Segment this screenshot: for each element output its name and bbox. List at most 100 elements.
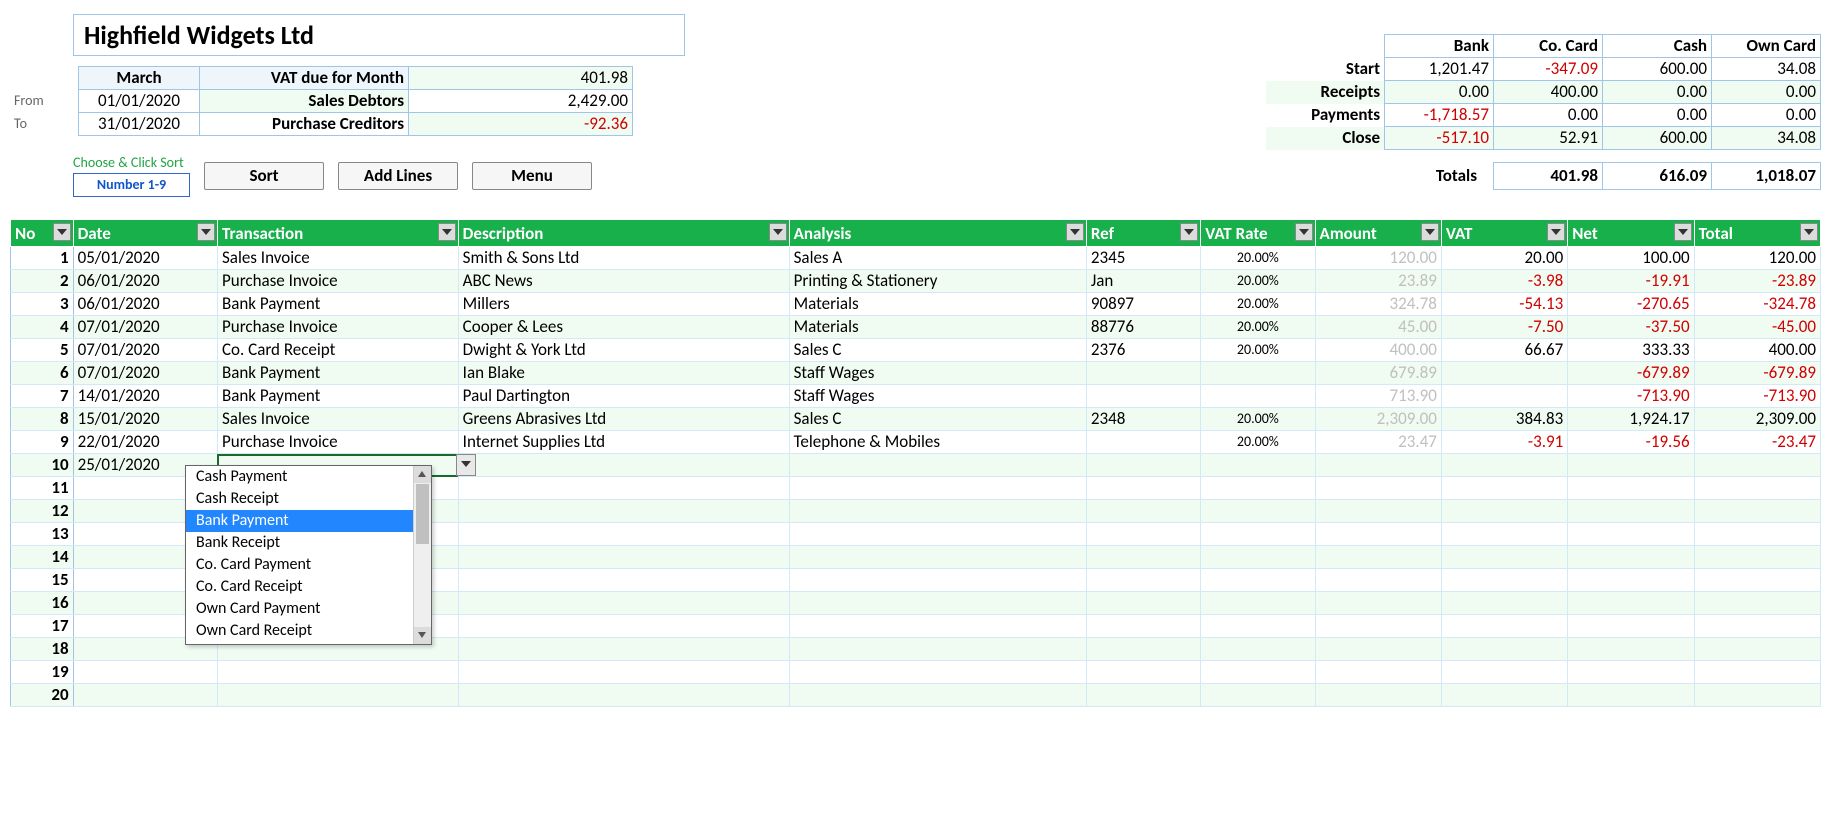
cell-trn[interactable] (217, 661, 458, 684)
cell-vat[interactable]: 66.67 (1441, 339, 1567, 362)
cell-ref[interactable] (1086, 431, 1200, 454)
cell-desc[interactable] (458, 661, 789, 684)
cell-desc[interactable] (458, 523, 789, 546)
cell-ana[interactable]: Staff Wages (789, 362, 1086, 385)
col-description[interactable]: Description (458, 220, 789, 247)
cell-ref[interactable]: Jan (1086, 270, 1200, 293)
cell-tot[interactable]: -324.78 (1694, 293, 1820, 316)
cell-vat[interactable]: 20.00 (1441, 247, 1567, 270)
cell-amt[interactable]: 400.00 (1315, 339, 1441, 362)
cell-vat[interactable] (1441, 454, 1567, 477)
cell-vr[interactable] (1201, 500, 1315, 523)
cell-net[interactable]: -37.50 (1568, 316, 1694, 339)
cell-ref[interactable]: 2345 (1086, 247, 1200, 270)
cell-desc[interactable] (458, 684, 789, 707)
cell-amt[interactable] (1315, 477, 1441, 500)
cell-amt[interactable]: 679.89 (1315, 362, 1441, 385)
cell-vr[interactable] (1201, 615, 1315, 638)
cell-trn[interactable]: Bank Payment (217, 293, 458, 316)
cell-ana[interactable] (789, 546, 1086, 569)
cell-amt[interactable]: 23.47 (1315, 431, 1441, 454)
cell-desc[interactable] (458, 454, 789, 477)
cell-net[interactable] (1568, 661, 1694, 684)
cell-ref[interactable] (1086, 592, 1200, 615)
cell-date[interactable]: 07/01/2020 (73, 316, 217, 339)
cell-ana[interactable] (789, 684, 1086, 707)
cell-trn[interactable]: Purchase Invoice (217, 431, 458, 454)
cell-net[interactable] (1568, 569, 1694, 592)
cell-vr[interactable] (1201, 362, 1315, 385)
col-no[interactable]: No (11, 220, 74, 247)
cell-vr[interactable] (1201, 385, 1315, 408)
add-lines-button[interactable]: Add Lines (338, 162, 458, 190)
cell-ref[interactable] (1086, 638, 1200, 661)
cell-vat[interactable]: -3.91 (1441, 431, 1567, 454)
transaction-dropdown[interactable]: Cash PaymentCash ReceiptBank PaymentBank… (185, 465, 432, 645)
cell-date[interactable] (73, 661, 217, 684)
cell-trn[interactable]: Bank Payment (217, 385, 458, 408)
filter-dropdown-icon[interactable] (1295, 223, 1313, 241)
cell-net[interactable] (1568, 454, 1694, 477)
filter-dropdown-icon[interactable] (197, 223, 215, 241)
cell-amt[interactable] (1315, 454, 1441, 477)
cell-desc[interactable] (458, 638, 789, 661)
cell-vat[interactable] (1441, 638, 1567, 661)
cell-desc[interactable]: Dwight & York Ltd (458, 339, 789, 362)
cell-net[interactable] (1568, 477, 1694, 500)
filter-dropdown-icon[interactable] (1066, 223, 1084, 241)
cell-vr[interactable]: 20.00% (1201, 270, 1315, 293)
cell-date[interactable]: 07/01/2020 (73, 339, 217, 362)
cell-tot[interactable] (1694, 661, 1820, 684)
cell-tot[interactable]: -23.47 (1694, 431, 1820, 454)
cell-ref[interactable]: 2376 (1086, 339, 1200, 362)
cell-ref[interactable] (1086, 684, 1200, 707)
cell-amt[interactable] (1315, 523, 1441, 546)
cell-ref[interactable] (1086, 477, 1200, 500)
cell-amt[interactable]: 120.00 (1315, 247, 1441, 270)
cell-ref[interactable] (1086, 500, 1200, 523)
cell-vat[interactable]: -7.50 (1441, 316, 1567, 339)
cell-ref[interactable] (1086, 454, 1200, 477)
cell-vr[interactable] (1201, 569, 1315, 592)
cell-amt[interactable] (1315, 684, 1441, 707)
cell-vat[interactable] (1441, 546, 1567, 569)
cell-ref[interactable] (1086, 546, 1200, 569)
cell-desc[interactable]: Internet Supplies Ltd (458, 431, 789, 454)
cell-ana[interactable] (789, 500, 1086, 523)
filter-dropdown-icon[interactable] (1800, 223, 1818, 241)
cell-date[interactable] (73, 684, 217, 707)
cell-ana[interactable]: Materials (789, 293, 1086, 316)
cell-vat[interactable] (1441, 500, 1567, 523)
cell-desc[interactable] (458, 500, 789, 523)
cell-desc[interactable] (458, 569, 789, 592)
cell-ref[interactable] (1086, 362, 1200, 385)
dropdown-option[interactable]: Bank Receipt (186, 532, 431, 554)
col-ref[interactable]: Ref (1086, 220, 1200, 247)
cell-net[interactable]: -713.90 (1568, 385, 1694, 408)
col-amount[interactable]: Amount (1315, 220, 1441, 247)
cell-net[interactable] (1568, 638, 1694, 661)
filter-dropdown-icon[interactable] (1180, 223, 1198, 241)
cell-tot[interactable] (1694, 638, 1820, 661)
cell-dropdown-icon[interactable] (456, 454, 476, 476)
cell-date[interactable]: 14/01/2020 (73, 385, 217, 408)
cell-amt[interactable]: 324.78 (1315, 293, 1441, 316)
cell-tot[interactable]: -23.89 (1694, 270, 1820, 293)
cell-tot[interactable] (1694, 615, 1820, 638)
filter-dropdown-icon[interactable] (53, 223, 71, 241)
cell-desc[interactable] (458, 615, 789, 638)
cell-date[interactable]: 22/01/2020 (73, 431, 217, 454)
cell-trn[interactable] (217, 684, 458, 707)
cell-vat[interactable] (1441, 362, 1567, 385)
cell-vat[interactable]: -3.98 (1441, 270, 1567, 293)
cell-tot[interactable] (1694, 546, 1820, 569)
cell-desc[interactable]: Ian Blake (458, 362, 789, 385)
dropdown-option[interactable]: Own Card Receipt (186, 620, 431, 642)
dropdown-option[interactable]: Cash Receipt (186, 488, 431, 510)
scroll-thumb[interactable] (416, 484, 429, 544)
cell-amt[interactable] (1315, 546, 1441, 569)
cell-desc[interactable] (458, 477, 789, 500)
cell-ref[interactable] (1086, 385, 1200, 408)
cell-vat[interactable] (1441, 615, 1567, 638)
cell-net[interactable]: -19.56 (1568, 431, 1694, 454)
